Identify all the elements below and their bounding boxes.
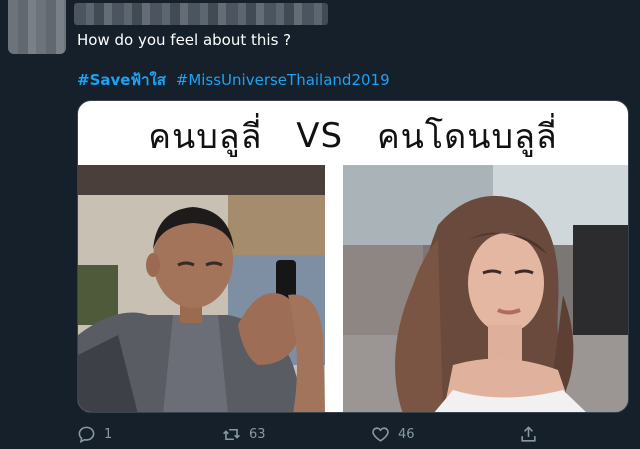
heart-icon [372,426,389,442]
retweet-icon [223,428,240,440]
meme-caption-left: คนบลูลี่ [148,117,263,157]
author-name-redacted[interactable] [74,3,328,25]
reply-count: 1 [104,426,113,442]
tweet-media-image[interactable]: คนบลูลี่ VS คนโดนบลูลี่ [77,100,629,413]
hashtag-save-fahsai[interactable]: #Saveฟ้าใส [77,71,166,89]
meme-caption-right: คนโดนบลูลี่ [376,117,558,157]
meme-caption: คนบลูลี่ VS คนโดนบลูลี่ [78,109,628,159]
like-button[interactable]: 46 [371,421,415,447]
tweet[interactable]: How do you feel about this ? #Saveฟ้าใส … [0,0,640,449]
tweet-action-bar: 1 63 46 [0,421,640,447]
retweet-count: 63 [249,426,266,442]
meme-photo-man-with-phone [78,165,325,412]
hashtag-miss-universe-thailand[interactable]: #MissUniverseThailand2019 [176,71,390,89]
retweet-button[interactable]: 63 [222,421,266,447]
meme-photo-woman-portrait [343,165,628,412]
reply-button[interactable]: 1 [77,421,112,447]
share-icon [521,425,536,442]
avatar[interactable] [8,0,66,54]
reply-icon [78,426,95,443]
hashtag-list: #Saveฟ้าใส #MissUniverseThailand2019 [77,68,395,92]
woman-photo-illustration [343,165,628,412]
meme-caption-vs: VS [296,116,344,156]
tweet-text: How do you feel about this ? [77,31,292,49]
share-button[interactable] [519,421,546,447]
like-count: 46 [398,426,415,442]
man-photo-illustration [78,165,325,412]
